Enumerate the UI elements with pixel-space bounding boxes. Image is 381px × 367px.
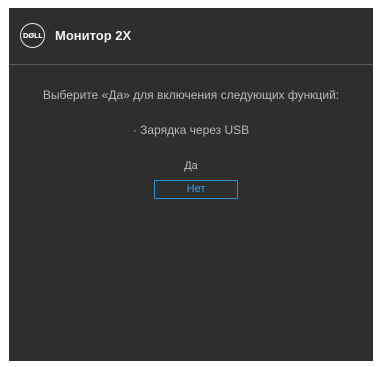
- window-title: Монитор 2X: [55, 28, 132, 43]
- osd-dialog: DØLL Монитор 2X Выберите «Да» для включе…: [9, 8, 373, 361]
- feature-usb-charging: · Зарядка через USB: [132, 123, 250, 137]
- title-bar: DØLL Монитор 2X: [9, 8, 373, 58]
- prompt-text: Выберите «Да» для включения следующих фу…: [42, 88, 340, 102]
- brand-logo-icon: DØLL: [20, 23, 45, 48]
- title-divider: [9, 64, 373, 65]
- yes-option-button[interactable]: Да: [9, 160, 373, 172]
- no-option-button[interactable]: Нет: [154, 180, 238, 199]
- brand-logo-text: DØLL: [22, 31, 43, 40]
